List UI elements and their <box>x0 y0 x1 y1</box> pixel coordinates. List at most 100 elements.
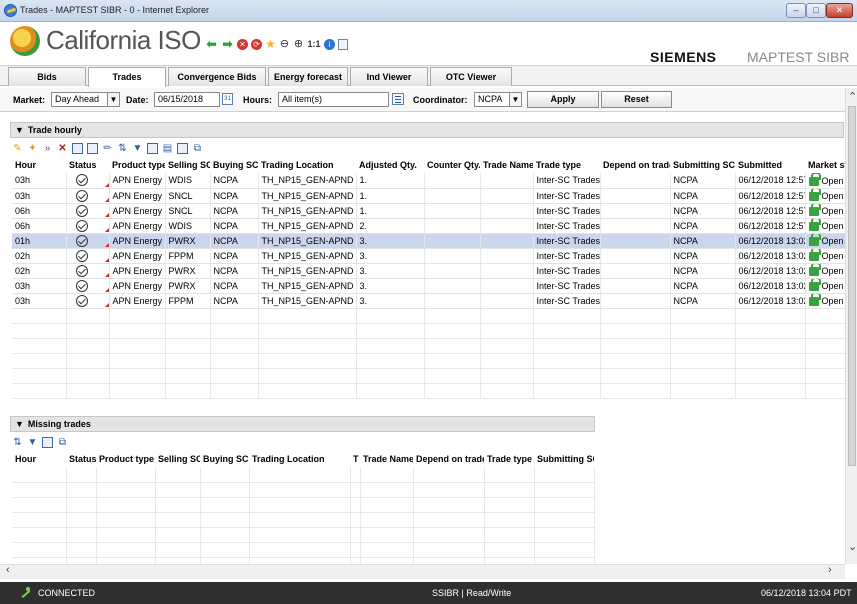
empty-cell[interactable] <box>424 203 481 219</box>
cell-selling[interactable]: PWRX <box>165 233 211 249</box>
empty-cell[interactable] <box>600 188 671 204</box>
empty-cell[interactable] <box>480 218 534 234</box>
scroll-thumb[interactable] <box>848 106 856 466</box>
cell-qty[interactable]: 3. <box>356 248 425 264</box>
tab-trades[interactable]: Trades <box>88 67 166 87</box>
cell-selling[interactable]: WDIS <box>165 218 211 234</box>
cell-location[interactable]: TH_NP15_GEN-APND <box>258 218 357 234</box>
table-row[interactable]: 03h APN Energy FPPM NCPA TH_NP15_GEN-APND 3. I… <box>12 293 846 309</box>
cell-trade_type[interactable]: Inter-SC Trades <box>533 233 601 249</box>
list-icon[interactable] <box>42 436 53 448</box>
empty-cell[interactable] <box>600 218 671 234</box>
cell-hour[interactable]: 03h <box>12 173 67 189</box>
cell-qty[interactable]: 3. <box>356 263 425 279</box>
list-icon[interactable] <box>177 142 188 154</box>
table-row[interactable]: 03h APN Energy SNCL NCPA TH_NP15_GEN-APND 1. I… <box>12 188 846 204</box>
cell-selling[interactable]: FPPM <box>165 293 211 309</box>
column-header[interactable]: Hour <box>12 157 66 173</box>
market-status-cell[interactable]: Open <box>805 218 846 234</box>
cell-hour[interactable]: 02h <box>12 248 67 264</box>
coordinator-select[interactable]: NCPA ▼ <box>474 92 522 107</box>
market-select[interactable]: Day Ahead ▼ <box>51 92 120 107</box>
cell-submitted[interactable]: 06/12/2018 12:57 <box>735 188 806 204</box>
market-status-cell[interactable]: Open <box>805 188 846 204</box>
empty-cell[interactable] <box>600 248 671 264</box>
cell-product[interactable]: APN Energy <box>109 248 166 264</box>
empty-cell[interactable] <box>480 203 534 219</box>
cell-buying[interactable]: NCPA <box>210 293 259 309</box>
column-header[interactable]: Submitted <box>735 157 805 173</box>
column-header[interactable]: Selling SC <box>165 157 210 173</box>
cell-buying[interactable]: NCPA <box>210 173 259 189</box>
column-header[interactable]: Trade Name <box>360 451 413 467</box>
market-status-cell[interactable]: Open <box>805 278 846 294</box>
column-header[interactable]: Adjusted Qty. <box>356 157 424 173</box>
empty-cell[interactable] <box>600 233 671 249</box>
cell-selling[interactable]: SNCL <box>165 188 211 204</box>
cell-location[interactable]: TH_NP15_GEN-APND <box>258 278 357 294</box>
empty-cell[interactable] <box>600 203 671 219</box>
column-header[interactable]: Selling SC <box>155 451 200 467</box>
cell-submitted[interactable]: 06/12/2018 13:02 <box>735 293 806 309</box>
column-header[interactable]: Trading Location <box>249 451 350 467</box>
empty-cell[interactable] <box>480 188 534 204</box>
cell-hour[interactable]: 03h <box>12 188 67 204</box>
column-header[interactable]: Product type <box>96 451 155 467</box>
table-row[interactable]: 03h APN Energy PWRX NCPA TH_NP15_GEN-APND 3. I… <box>12 278 846 294</box>
cell-location[interactable]: TH_NP15_GEN-APND <box>258 233 357 249</box>
status-cell[interactable] <box>66 293 110 309</box>
column-header[interactable]: Depend on trade <box>600 157 670 173</box>
forward-arrow-icon[interactable]: ➡ <box>221 38 234 50</box>
cell-submitting[interactable]: NCPA <box>670 173 736 189</box>
cell-hour[interactable]: 06h <box>12 218 67 234</box>
tab-energy-forecast[interactable]: Energy forecast <box>268 67 348 86</box>
cell-location[interactable]: TH_NP15_GEN-APND <box>258 263 357 279</box>
cell-location[interactable]: TH_NP15_GEN-APND <box>258 188 357 204</box>
collapse-chevron-icon[interactable]: ▼ <box>15 417 24 431</box>
table-row[interactable]: 01h APN Energy PWRX NCPA TH_NP15_GEN-APND 3. I… <box>12 233 846 249</box>
cell-qty[interactable]: 1. <box>356 188 425 204</box>
hours-list-icon[interactable] <box>392 93 404 105</box>
cell-buying[interactable]: NCPA <box>210 248 259 264</box>
column-header[interactable]: Submitting SC <box>534 451 594 467</box>
cell-hour[interactable]: 03h <box>12 278 67 294</box>
vertical-scrollbar[interactable]: ⌃ ⌄ <box>845 88 857 564</box>
cell-selling[interactable]: WDIS <box>165 173 211 189</box>
cell-hour[interactable]: 01h <box>12 233 67 249</box>
cell-trade_type[interactable]: Inter-SC Trades <box>533 173 601 189</box>
close-window-button[interactable]: ✕ <box>826 3 853 18</box>
info-icon[interactable]: i <box>324 38 335 50</box>
back-arrow-icon[interactable]: ⬅ <box>205 38 218 50</box>
table-row[interactable]: 02h APN Energy FPPM NCPA TH_NP15_GEN-APND 3. I… <box>12 248 846 264</box>
calendar-icon[interactable]: 31 <box>222 93 233 105</box>
market-status-cell[interactable]: Open <box>805 203 846 219</box>
scroll-right-icon[interactable]: › <box>828 564 832 576</box>
column-header[interactable]: Buying SC <box>210 157 258 173</box>
status-cell[interactable] <box>66 278 110 294</box>
reset-button[interactable]: Reset <box>601 91 672 108</box>
cell-trade_type[interactable]: Inter-SC Trades <box>533 203 601 219</box>
cell-submitted[interactable]: 06/12/2018 12:57 <box>735 218 806 234</box>
cell-trade_type[interactable]: Inter-SC Trades <box>533 263 601 279</box>
cell-submitting[interactable]: NCPA <box>670 248 736 264</box>
table-row[interactable]: 02h APN Energy PWRX NCPA TH_NP15_GEN-APND 3. I… <box>12 263 846 279</box>
cell-product[interactable]: APN Energy <box>109 203 166 219</box>
empty-cell[interactable] <box>424 248 481 264</box>
cell-submitting[interactable]: NCPA <box>670 278 736 294</box>
delete-icon[interactable]: ✕ <box>57 143 68 154</box>
empty-cell[interactable] <box>480 233 534 249</box>
status-cell[interactable] <box>66 233 110 249</box>
cell-product[interactable]: APN Energy <box>109 218 166 234</box>
date-field[interactable]: 06/15/2018 <box>154 92 220 107</box>
empty-cell[interactable] <box>424 263 481 279</box>
cell-qty[interactable]: 3. <box>356 233 425 249</box>
cell-submitting[interactable]: NCPA <box>670 293 736 309</box>
cell-hour[interactable]: 06h <box>12 203 67 219</box>
tab-bids[interactable]: Bids <box>8 67 86 86</box>
cell-product[interactable]: APN Energy <box>109 173 166 189</box>
cell-qty[interactable]: 3. <box>356 293 425 309</box>
column-header[interactable]: Submitting SC <box>670 157 735 173</box>
cell-buying[interactable]: NCPA <box>210 233 259 249</box>
zoom-out-icon[interactable]: ⊖ <box>279 38 290 50</box>
empty-cell[interactable] <box>600 263 671 279</box>
